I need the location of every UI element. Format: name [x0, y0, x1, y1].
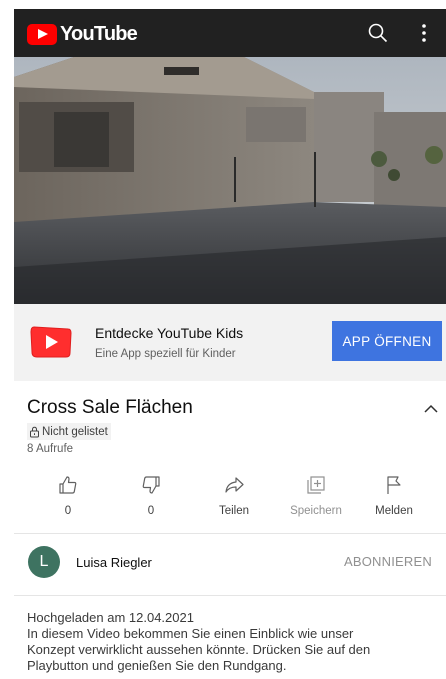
divider	[14, 595, 446, 596]
search-icon[interactable]	[366, 21, 390, 45]
like-button[interactable]: 0	[28, 474, 108, 517]
video-description: Hochgeladen am 12.04.2021 In diesem Vide…	[27, 610, 437, 674]
subscribe-button[interactable]: ABONNIEREN	[344, 554, 432, 569]
report-button[interactable]: Melden	[354, 474, 434, 517]
kids-banner-subtitle: Eine App speziell für Kinder	[95, 348, 236, 360]
kids-banner-title: Entdecke YouTube Kids	[95, 325, 244, 341]
unlisted-badge: Nicht gelistet	[27, 423, 111, 440]
channel-name[interactable]: Luisa Riegler	[76, 555, 152, 570]
youtube-kids-icon	[30, 326, 72, 358]
youtube-play-icon	[27, 24, 57, 45]
add-to-playlist-icon	[307, 476, 325, 494]
logo-text: YouTube	[60, 23, 138, 45]
description-line: Playbutton und genießen Sie den Rundgang…	[27, 658, 287, 673]
video-player[interactable]	[14, 57, 446, 304]
description-line: Konzept verwirklicht aussehen könnte. Dr…	[27, 642, 371, 657]
dislike-count: 0	[147, 505, 155, 517]
upload-date: Hochgeladen am 12.04.2021	[27, 610, 194, 625]
video-title[interactable]: Cross Sale Flächen	[27, 397, 193, 419]
share-label: Teilen	[218, 505, 250, 517]
lock-icon	[30, 426, 39, 437]
channel-avatar[interactable]: L	[28, 546, 60, 578]
share-icon	[225, 477, 244, 493]
thumb-down-icon	[142, 476, 160, 494]
view-count: 8 Aufrufe	[27, 443, 74, 455]
save-label: Speichern	[290, 505, 342, 517]
more-vert-icon[interactable]	[412, 21, 436, 45]
open-app-button[interactable]: APP ÖFFNEN	[332, 321, 442, 361]
mobile-page: YouTube Entdecke YouTube Kids Eine App s…	[14, 0, 446, 679]
dislike-button[interactable]: 0	[111, 474, 191, 517]
chevron-up-icon[interactable]	[422, 400, 440, 418]
thumb-up-icon	[59, 476, 77, 494]
like-count: 0	[64, 505, 72, 517]
kids-promo-banner: Entdecke YouTube Kids Eine App speziell …	[14, 304, 446, 381]
divider	[14, 533, 446, 534]
youtube-logo[interactable]: YouTube	[27, 23, 138, 46]
description-line: In diesem Video bekommen Sie einen Einbl…	[27, 626, 354, 641]
visibility-label: Nicht gelistet	[42, 425, 108, 438]
report-label: Melden	[375, 505, 413, 517]
action-row: 0 0 Teilen Speichern Melden	[14, 474, 446, 522]
share-button[interactable]: Teilen	[194, 474, 274, 517]
flag-icon	[387, 476, 401, 494]
save-button[interactable]: Speichern	[276, 474, 356, 517]
video-thumbnail	[14, 57, 446, 304]
top-bar: YouTube	[14, 9, 446, 57]
